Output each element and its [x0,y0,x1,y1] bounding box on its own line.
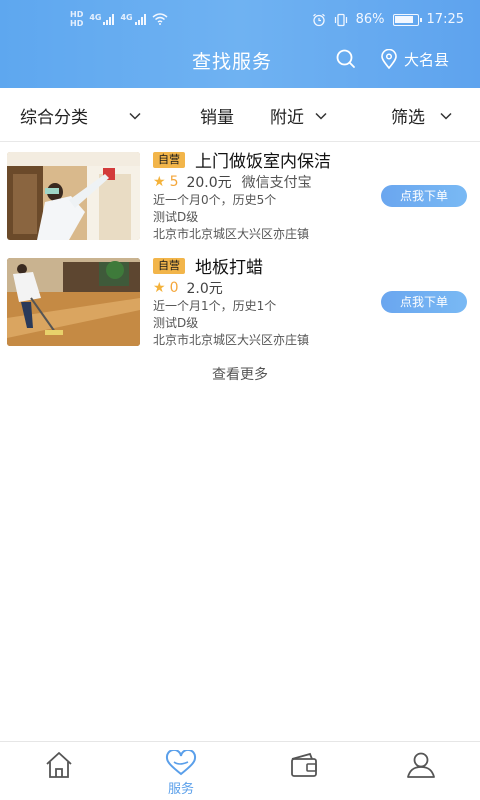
hd-indicator: HD HD [70,10,83,28]
user-icon [407,752,435,778]
wifi-icon [152,13,168,25]
order-button[interactable]: 点我下单 [381,291,467,313]
chevron-down-icon [129,112,141,120]
title-bar: 查找服务 大名县 [0,44,480,76]
nav-wallet[interactable] [274,750,334,784]
signal-icon: 4G [120,13,146,25]
location-selector[interactable]: 大名县 [380,46,449,72]
nav-profile[interactable] [391,750,451,784]
header: HD HD 4G 4G 86% 17:25 查找服务 大名县 [0,0,480,88]
service-address: 北京市北京城区大兴区亦庄镇 [153,227,310,241]
order-history: 近一个月1个，历史1个 [153,299,277,313]
home-icon [46,752,72,778]
filter-screen[interactable]: 筛选 [391,103,453,128]
rating-row: ★ 0 2.0元 [153,278,233,298]
star-icon: ★ [153,280,166,296]
signal-icon: 4G [89,13,115,25]
hd-label: HD [70,19,84,28]
network-label: 4G [120,13,133,22]
battery-fill [394,15,413,23]
price: 2.0元 [186,281,223,297]
view-more-link[interactable]: 查看更多 [0,364,480,384]
vibrate-icon [334,13,347,26]
payment-methods: 微信支付宝 [241,175,312,191]
order-button[interactable]: 点我下单 [381,185,467,207]
filter-category[interactable]: 综合分类 [20,103,142,128]
chevron-down-icon [440,112,452,120]
filter-sales[interactable]: 销量 [200,103,234,128]
filter-sales-label: 销量 [200,108,234,128]
self-operated-badge: 自营 [153,152,185,168]
chevron-down-icon [315,112,327,120]
battery-percent: 86% [355,12,385,27]
self-operated-badge: 自营 [153,258,185,274]
star-icon: ★ [153,174,166,190]
filter-category-label: 综合分类 [20,108,88,128]
filter-screen-label: 筛选 [391,108,425,128]
battery-icon [392,13,422,26]
nav-service[interactable]: 服务 [151,748,211,797]
filter-nearby[interactable]: 附近 [270,103,328,128]
filter-nearby-label: 附近 [270,108,304,128]
alarm-icon [312,13,325,26]
search-button[interactable] [334,47,358,71]
nav-home[interactable] [29,750,89,784]
service-thumbnail [7,258,140,346]
list-item[interactable]: 自营 上门做饭室内保洁 ★ 5 20.0元 微信支付宝 近一个月0个，历史5个 … [0,152,480,252]
wallet-icon [291,752,317,777]
price: 20.0元 [186,175,232,191]
search-icon [336,49,355,68]
service-address: 北京市北京城区大兴区亦庄镇 [153,333,310,347]
service-level: 测试D级 [153,210,199,224]
location-label: 大名县 [404,50,450,69]
network-label: 4G [89,13,102,22]
service-level: 测试D级 [153,316,199,330]
filter-bar: 综合分类 销量 附近 筛选 [0,88,480,142]
order-history: 近一个月0个，历史5个 [153,193,277,207]
status-bar: HD HD 4G 4G 86% 17:25 [0,8,480,34]
clock: 17:25 [426,12,464,27]
location-pin-icon [381,49,397,69]
service-name[interactable]: 地板打蜡 [195,253,263,278]
rating-value: 0 [169,280,179,296]
rating-row: ★ 5 20.0元 微信支付宝 [153,172,312,192]
hd-label: HD [70,10,84,19]
page-title: 查找服务 [192,51,273,73]
list-item[interactable]: 自营 地板打蜡 ★ 0 2.0元 近一个月1个，历史1个 测试D级 北京市北京城… [0,258,480,358]
heart-icon [165,748,197,776]
bottom-nav: 服务 [0,741,480,800]
rating-value: 5 [169,174,179,190]
service-name[interactable]: 上门做饭室内保洁 [195,147,331,172]
nav-service-label: 服务 [167,782,194,797]
service-thumbnail [7,152,140,240]
